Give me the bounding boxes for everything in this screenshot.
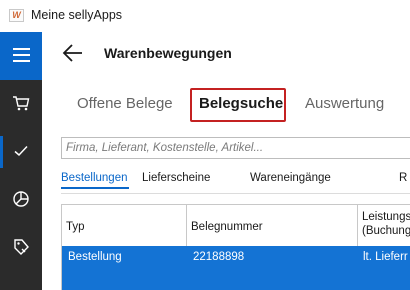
cart-icon[interactable]	[0, 80, 42, 128]
column-header-typ[interactable]: Typ	[62, 205, 187, 246]
window-title: Meine sellyApps	[31, 8, 123, 22]
subtab-bestellungen[interactable]: Bestellungen	[61, 172, 128, 184]
subtab-wareneingaenge[interactable]: Wareneingänge	[250, 172, 331, 184]
subtab-more[interactable]: R	[399, 172, 407, 184]
tab-offene-belege[interactable]: Offene Belege	[77, 95, 173, 112]
subtab-active-underline	[61, 187, 129, 189]
tag-icon[interactable]	[0, 224, 42, 272]
tab-auswertung[interactable]: Auswertung	[305, 95, 384, 112]
page-title: Warenbewegungen	[104, 45, 232, 61]
search-input[interactable]	[62, 138, 410, 158]
results-table: Typ Belegnummer Leistungs (Buchung Beste…	[61, 204, 410, 290]
column-header-label: Leistungs	[362, 211, 410, 223]
cell-typ: Bestellung	[68, 251, 122, 263]
app-icon: W	[9, 9, 24, 22]
table-row[interactable]: Bestellung 22188898 lt. Lieferr	[62, 246, 410, 275]
table-row-continuation[interactable]	[62, 275, 410, 290]
pie-chart-icon[interactable]	[0, 176, 42, 224]
subtab-lieferscheine[interactable]: Lieferscheine	[142, 172, 210, 184]
tab-belegsuche[interactable]: Belegsuche	[199, 95, 283, 112]
cell-leistung: lt. Lieferr	[363, 251, 408, 263]
check-icon[interactable]	[0, 128, 42, 176]
subtab-divider	[61, 193, 410, 194]
search-box	[61, 137, 410, 159]
nav-rail	[0, 32, 42, 290]
back-arrow-icon[interactable]	[62, 42, 84, 64]
cell-datum: 19.01.2024	[363, 235, 409, 245]
cell-belegnummer: 22188898	[193, 251, 245, 263]
menu-icon[interactable]	[0, 32, 42, 80]
column-header-label: Belegnummer	[191, 221, 263, 233]
column-header-label: Typ	[66, 221, 85, 233]
column-header-belegnummer[interactable]: Belegnummer	[187, 205, 358, 246]
window-titlebar: W Meine sellyApps	[0, 0, 410, 32]
active-indicator	[0, 136, 3, 168]
